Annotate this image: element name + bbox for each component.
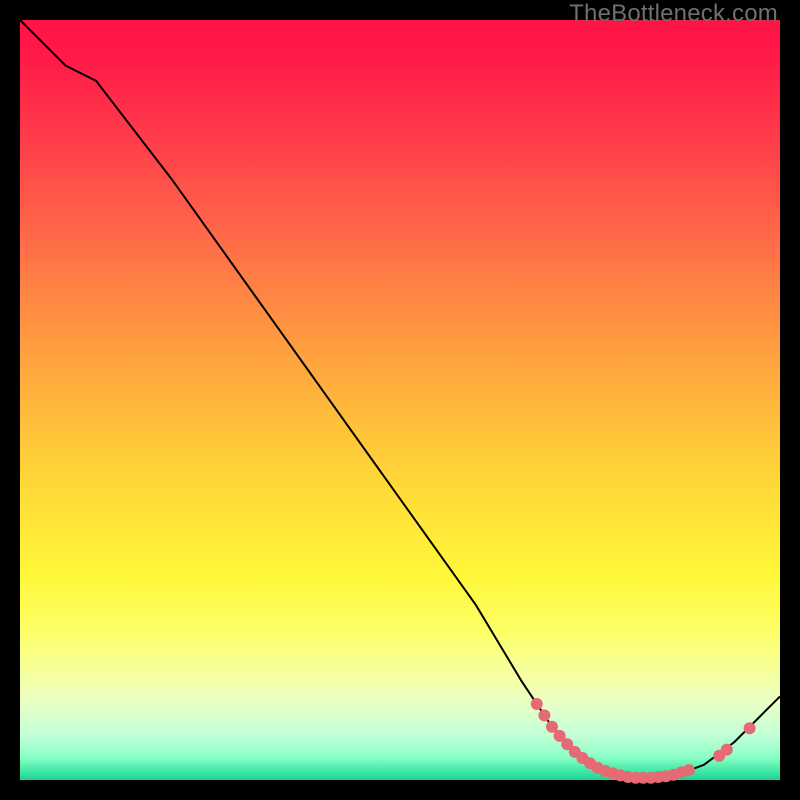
scatter-dot <box>531 698 543 710</box>
scatter-dot <box>721 744 733 756</box>
scatter-dot <box>683 764 695 776</box>
scatter-dots <box>531 698 756 784</box>
chart-frame: TheBottleneck.com <box>0 0 800 800</box>
chart-overlay <box>20 20 780 780</box>
scatter-dot <box>744 722 756 734</box>
scatter-dot <box>538 709 550 721</box>
bottleneck-curve <box>20 20 780 778</box>
